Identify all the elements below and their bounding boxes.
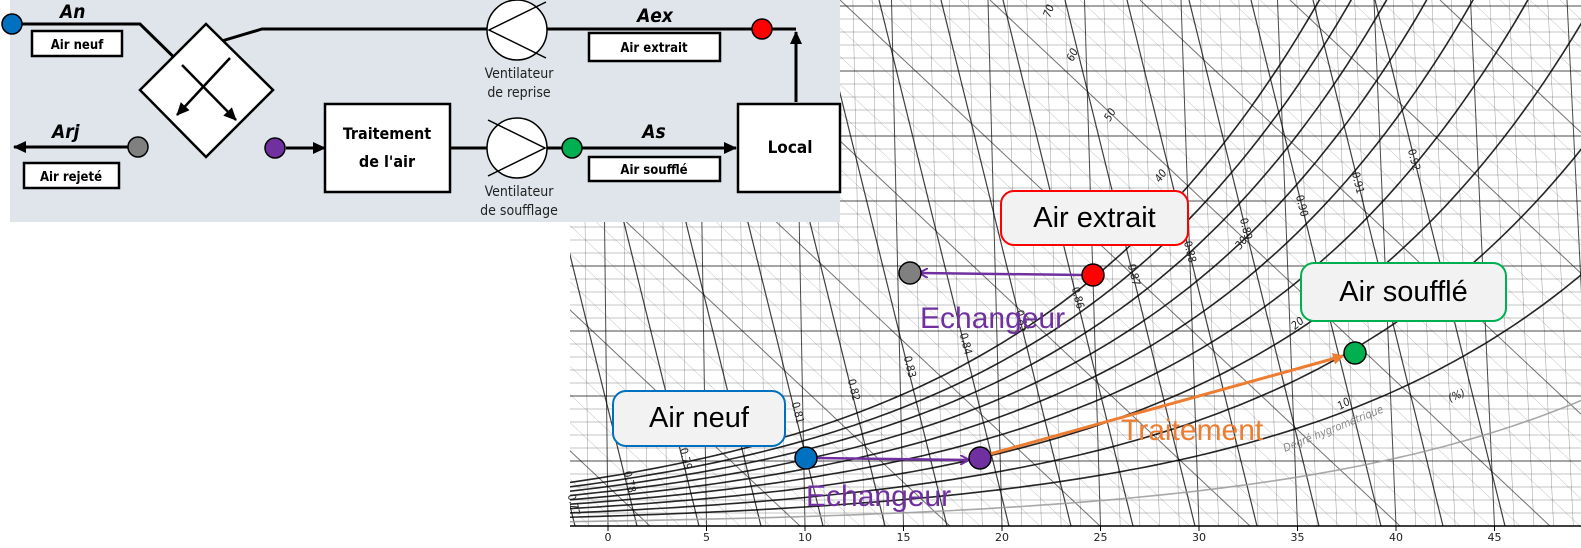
label-echangeur-top: Echangeur [920,302,1066,335]
x-tick-label: 35 [1291,531,1305,544]
enthalpy-line [1529,0,1581,49]
rh-label: 50 [1101,106,1119,123]
point-air-neuf [794,446,818,470]
label-traitement-1: Traitement [343,124,431,143]
label-traitement-2: de l'air [359,152,416,171]
point-apres-echangeur [968,446,992,470]
node-air-rejete [127,136,149,158]
node-air-extrait [751,18,773,40]
temperature-grid-line [1084,0,1101,526]
label-an: An [58,1,85,23]
label-air-rejete: Air rejeté [40,170,102,185]
x-axis-ticks: 0510152025303540455 [605,526,1502,544]
node-air-souffle [561,137,583,159]
volume-label: 0.81 [789,401,807,426]
label-air-neuf: Air neuf [51,38,104,53]
rh-label: 70 [1041,3,1058,19]
x-tick-label: 40 [1389,531,1403,544]
traitement-box [323,102,452,194]
fan-reprise [486,0,548,61]
x-tick-label: 30 [1192,531,1206,544]
volume-label: 0.92 [1405,148,1423,173]
label-local: Local [768,138,813,158]
volume-label: 0.79 [677,447,695,472]
temperature-grid-line [1026,0,1042,526]
x-tick-label: 0 [605,531,612,544]
label-traitement: Traitement [1121,414,1264,447]
volume-label: 0.82 [845,378,863,403]
x-tick-label: 20 [995,531,1009,544]
node-air-neuf [1,13,23,35]
temperature-grid-line [929,0,944,526]
node-apres-echangeur [264,137,286,159]
callout-air-souffle: Air soufflé [1300,262,1507,322]
x-tick-label: 25 [1094,531,1108,544]
echangeur-arrow-fresh [815,458,968,460]
callout-air-extrait: Air extrait [1000,190,1189,246]
volume-label: 0.83 [901,355,919,380]
volume-label: 0.90 [1293,194,1311,219]
enthalpy-line [1499,0,1581,77]
label-as: As [640,121,665,143]
x-tick-label: 10 [798,531,812,544]
label-echangeur-bottom: Echangeur [806,480,952,513]
fan-soufflage [486,117,548,179]
temperature-grid-line [1566,0,1581,294]
x-tick-label: 5 [703,531,710,544]
temperature-grid-line [1045,0,1062,526]
volume-label: 0.91 [1349,171,1367,196]
point-air-rejete [898,261,922,285]
label-vent-soufflage-1: Ventilateur [485,184,555,200]
temperature-grid-line [1508,0,1535,526]
x-tick-label: 45 [1488,531,1502,544]
label-arj: Arj [50,121,81,143]
label-air-souffle: Air soufflé [620,163,687,178]
volume-label: 0.77 [565,493,583,518]
echangeur-arrow-extract [920,273,1084,275]
point-air-souffle [1343,341,1367,365]
rh-label: 40 [1152,167,1170,185]
volume-label: 0.88 [1181,240,1199,265]
volume-label: 0.86 [1069,286,1087,311]
volume-line [878,0,1010,526]
x-tick-label: 15 [897,531,911,544]
label-vent-reprise-2: de reprise [487,85,551,101]
label-aex: Aex [635,5,674,27]
ventilation-diagram: An Air neuf Arj Air rejeté Aex Air extra… [1,0,842,222]
label-vent-soufflage-2: de soufflage [480,203,558,219]
temperature-grid-line [1528,0,1554,526]
label-air-extrait: Air extrait [620,41,688,56]
callout-air-neuf: Air neuf [612,390,786,447]
point-air-extrait [1081,263,1105,287]
label-vent-reprise-1: Ventilateur [485,66,555,82]
